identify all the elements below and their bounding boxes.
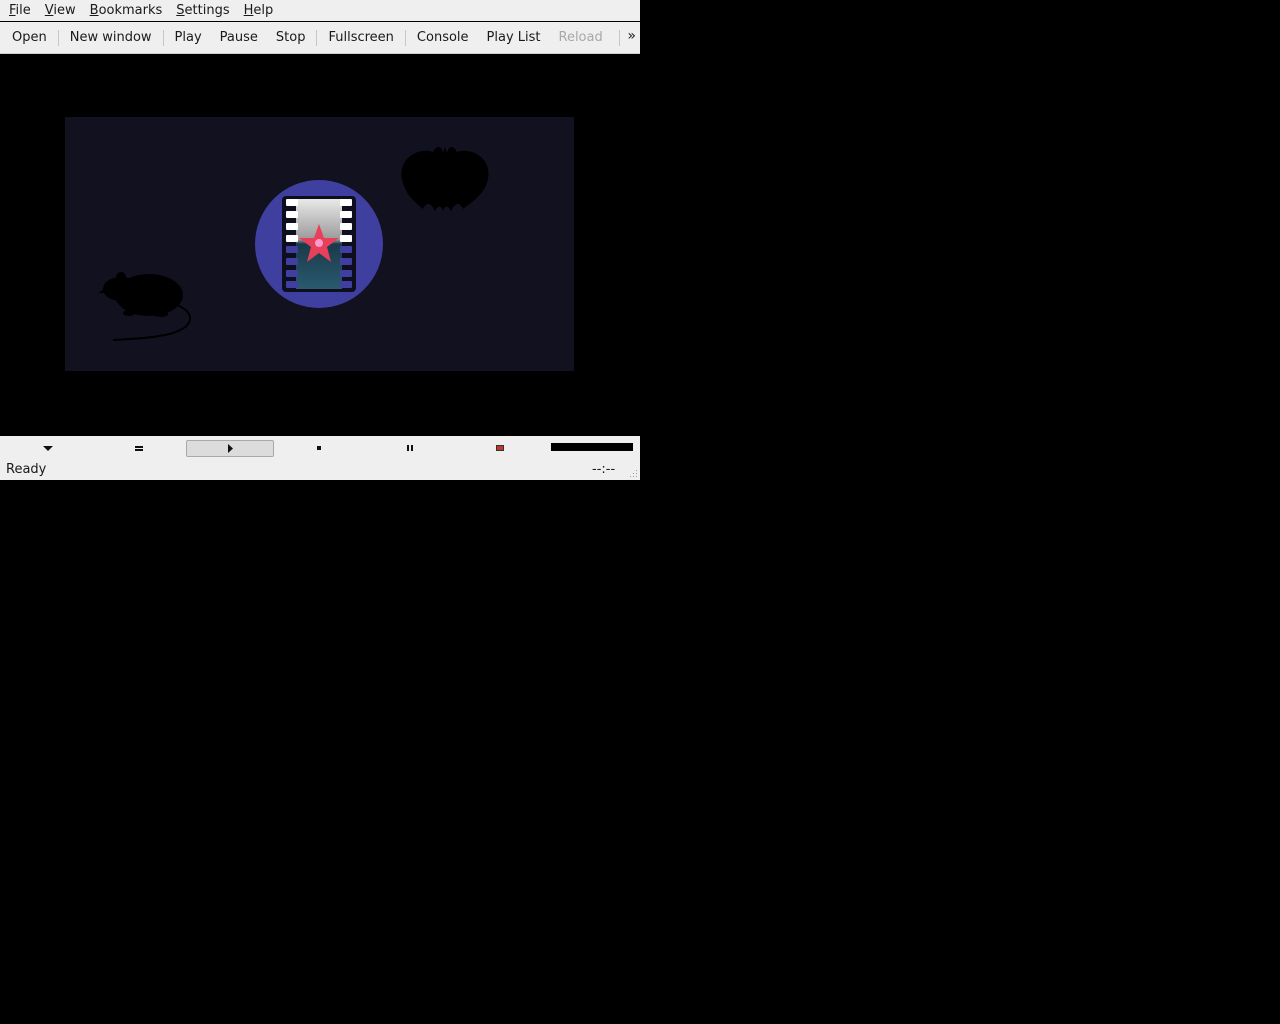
play-icon	[228, 444, 233, 453]
video-area[interactable]	[0, 54, 640, 436]
toolbar-separator	[619, 30, 620, 46]
toolbar-overflow-button[interactable]: »	[627, 22, 636, 53]
play-button[interactable]: Play	[166, 22, 211, 53]
toolbar-separator	[162, 29, 164, 46]
config-icon[interactable]	[132, 440, 146, 456]
rat-icon	[98, 272, 192, 341]
toolbar-separator	[316, 29, 318, 46]
status-text: Ready	[6, 462, 47, 477]
pause-button[interactable]: Pause	[211, 22, 267, 53]
menu-settings[interactable]: Settings	[169, 0, 236, 21]
record-icon[interactable]	[493, 440, 507, 456]
open-button[interactable]: Open	[0, 22, 56, 53]
player-logo-art	[98, 146, 489, 341]
pause-icon[interactable]	[403, 440, 417, 456]
menu-help[interactable]: Help	[237, 0, 281, 21]
main-toolbar: Open New window Play Pause Stop Fullscre…	[0, 22, 640, 54]
new-window-button[interactable]: New window	[61, 22, 161, 53]
position-slider[interactable]	[186, 440, 274, 457]
menu-file[interactable]: File	[0, 0, 38, 21]
player-logo-panel	[65, 117, 574, 371]
volume-bar[interactable]	[551, 443, 633, 451]
stop-button[interactable]: Stop	[267, 22, 315, 53]
menu-down-icon[interactable]	[41, 440, 55, 456]
menu-view[interactable]: View	[38, 0, 83, 21]
status-bar: Ready --:--	[0, 460, 640, 480]
menubar: File View Bookmarks Settings Help	[0, 0, 640, 21]
kmplayer-window: File View Bookmarks Settings Help Open N…	[0, 0, 640, 480]
resize-grip-icon[interactable]	[628, 468, 638, 478]
media-player-logo-icon	[255, 180, 383, 308]
toolbar-separator	[57, 29, 59, 46]
menu-bookmarks[interactable]: Bookmarks	[83, 0, 170, 21]
control-panel	[0, 436, 640, 460]
fullscreen-button[interactable]: Fullscreen	[319, 22, 402, 53]
console-button[interactable]: Console	[408, 22, 478, 53]
bat-icon	[401, 146, 489, 211]
reload-button[interactable]: Reload	[550, 22, 612, 53]
playlist-button[interactable]: Play List	[478, 22, 550, 53]
time-display: --:--	[592, 462, 616, 477]
toolbar-separator	[404, 29, 406, 46]
stop-icon[interactable]	[312, 440, 326, 456]
